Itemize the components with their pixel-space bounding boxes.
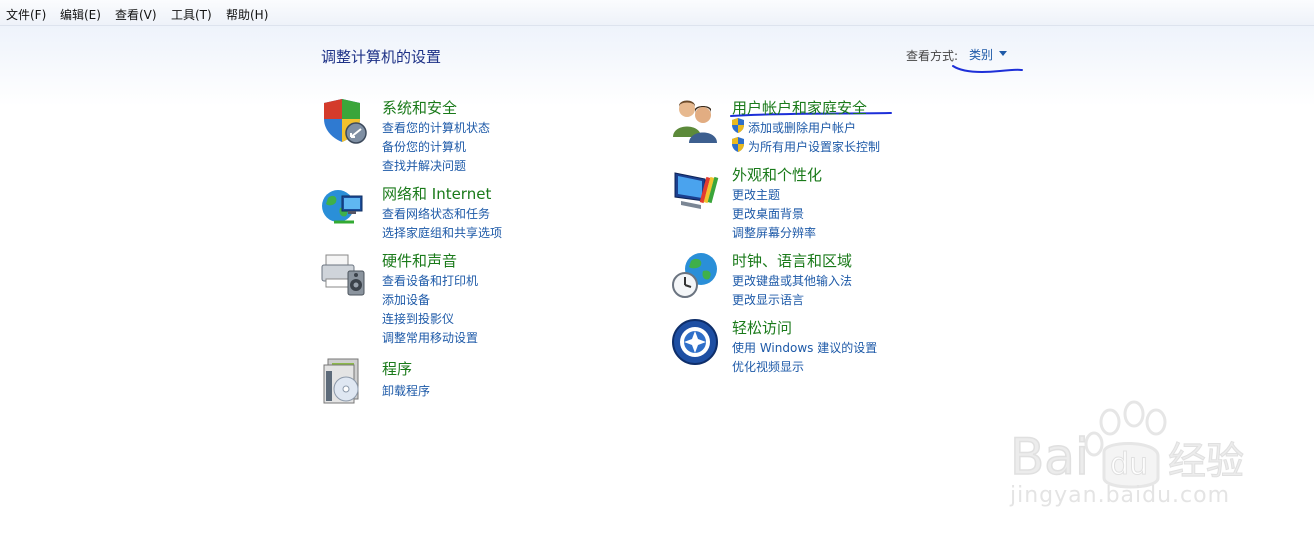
uac-shield-icon bbox=[732, 137, 744, 152]
page-title: 调整计算机的设置 bbox=[321, 48, 442, 66]
svg-text:经验: 经验 bbox=[1168, 439, 1244, 483]
menu-bar: 文件(F) 编辑(E) 查看(V) 工具(T) 帮助(H) bbox=[0, 0, 1314, 26]
link-optimize-display[interactable]: 优化视频显示 bbox=[732, 358, 804, 375]
link-screen-resolution[interactable]: 调整屏幕分辨率 bbox=[732, 224, 816, 241]
link-desktop-background[interactable]: 更改桌面背景 bbox=[732, 205, 804, 222]
category-clock-language-region[interactable]: 时钟、语言和区域 bbox=[732, 250, 852, 271]
link-devices-printers[interactable]: 查看设备和打印机 bbox=[382, 272, 478, 289]
category-system-security[interactable]: 系统和安全 bbox=[382, 97, 457, 118]
view-by-dropdown[interactable]: 类别 bbox=[969, 46, 993, 63]
link-add-device[interactable]: 添加设备 bbox=[382, 291, 430, 308]
annotation-underline-viewby bbox=[952, 65, 1023, 73]
svg-text:du: du bbox=[1110, 447, 1148, 482]
menu-edit[interactable]: 编辑(E) bbox=[60, 6, 101, 23]
link-backup-computer[interactable]: 备份您的计算机 bbox=[382, 138, 466, 155]
shield-security-icon[interactable] bbox=[320, 97, 368, 145]
category-appearance[interactable]: 外观和个性化 bbox=[732, 164, 822, 185]
users-icon[interactable] bbox=[671, 97, 719, 145]
link-troubleshoot[interactable]: 查找并解决问题 bbox=[382, 157, 466, 174]
dropdown-arrow-icon[interactable] bbox=[999, 51, 1007, 56]
link-recommended-settings[interactable]: 使用 Windows 建议的设置 bbox=[732, 339, 877, 356]
menu-file[interactable]: 文件(F) bbox=[6, 6, 46, 23]
link-connect-projector[interactable]: 连接到投影仪 bbox=[382, 310, 454, 327]
clock-globe-icon[interactable] bbox=[671, 251, 719, 299]
uac-shield-icon bbox=[732, 118, 744, 133]
link-network-status[interactable]: 查看网络状态和任务 bbox=[382, 205, 490, 222]
programs-disc-icon[interactable] bbox=[320, 357, 368, 405]
category-ease-of-access[interactable]: 轻松访问 bbox=[732, 317, 792, 338]
link-mobility-settings[interactable]: 调整常用移动设置 bbox=[382, 329, 478, 346]
link-homegroup-sharing[interactable]: 选择家庭组和共享选项 bbox=[382, 224, 502, 241]
watermark-url: jingyan.baidu.com bbox=[1010, 483, 1231, 508]
ease-of-access-icon[interactable] bbox=[671, 318, 719, 366]
category-user-accounts[interactable]: 用户帐户和家庭安全 bbox=[732, 97, 867, 118]
link-uninstall-program[interactable]: 卸载程序 bbox=[382, 382, 430, 399]
menu-tools[interactable]: 工具(T) bbox=[171, 6, 212, 23]
monitor-palette-icon[interactable] bbox=[671, 165, 719, 213]
svg-text:Bai: Bai bbox=[1010, 428, 1089, 486]
link-add-remove-accounts[interactable]: 添加或删除用户帐户 bbox=[748, 119, 856, 136]
menu-help[interactable]: 帮助(H) bbox=[226, 6, 268, 23]
link-parental-controls[interactable]: 为所有用户设置家长控制 bbox=[748, 138, 880, 155]
category-programs[interactable]: 程序 bbox=[382, 358, 412, 379]
header-gradient bbox=[0, 26, 1314, 106]
link-change-theme[interactable]: 更改主题 bbox=[732, 186, 780, 203]
link-view-computer-status[interactable]: 查看您的计算机状态 bbox=[382, 119, 490, 136]
link-display-language[interactable]: 更改显示语言 bbox=[732, 291, 804, 308]
link-change-keyboard[interactable]: 更改键盘或其他输入法 bbox=[732, 272, 852, 289]
category-hardware-sound[interactable]: 硬件和声音 bbox=[382, 250, 457, 271]
printer-speaker-icon[interactable] bbox=[320, 251, 368, 299]
category-network-internet[interactable]: 网络和 Internet bbox=[382, 183, 491, 204]
network-globe-icon[interactable] bbox=[320, 184, 368, 232]
menu-view[interactable]: 查看(V) bbox=[115, 6, 157, 23]
